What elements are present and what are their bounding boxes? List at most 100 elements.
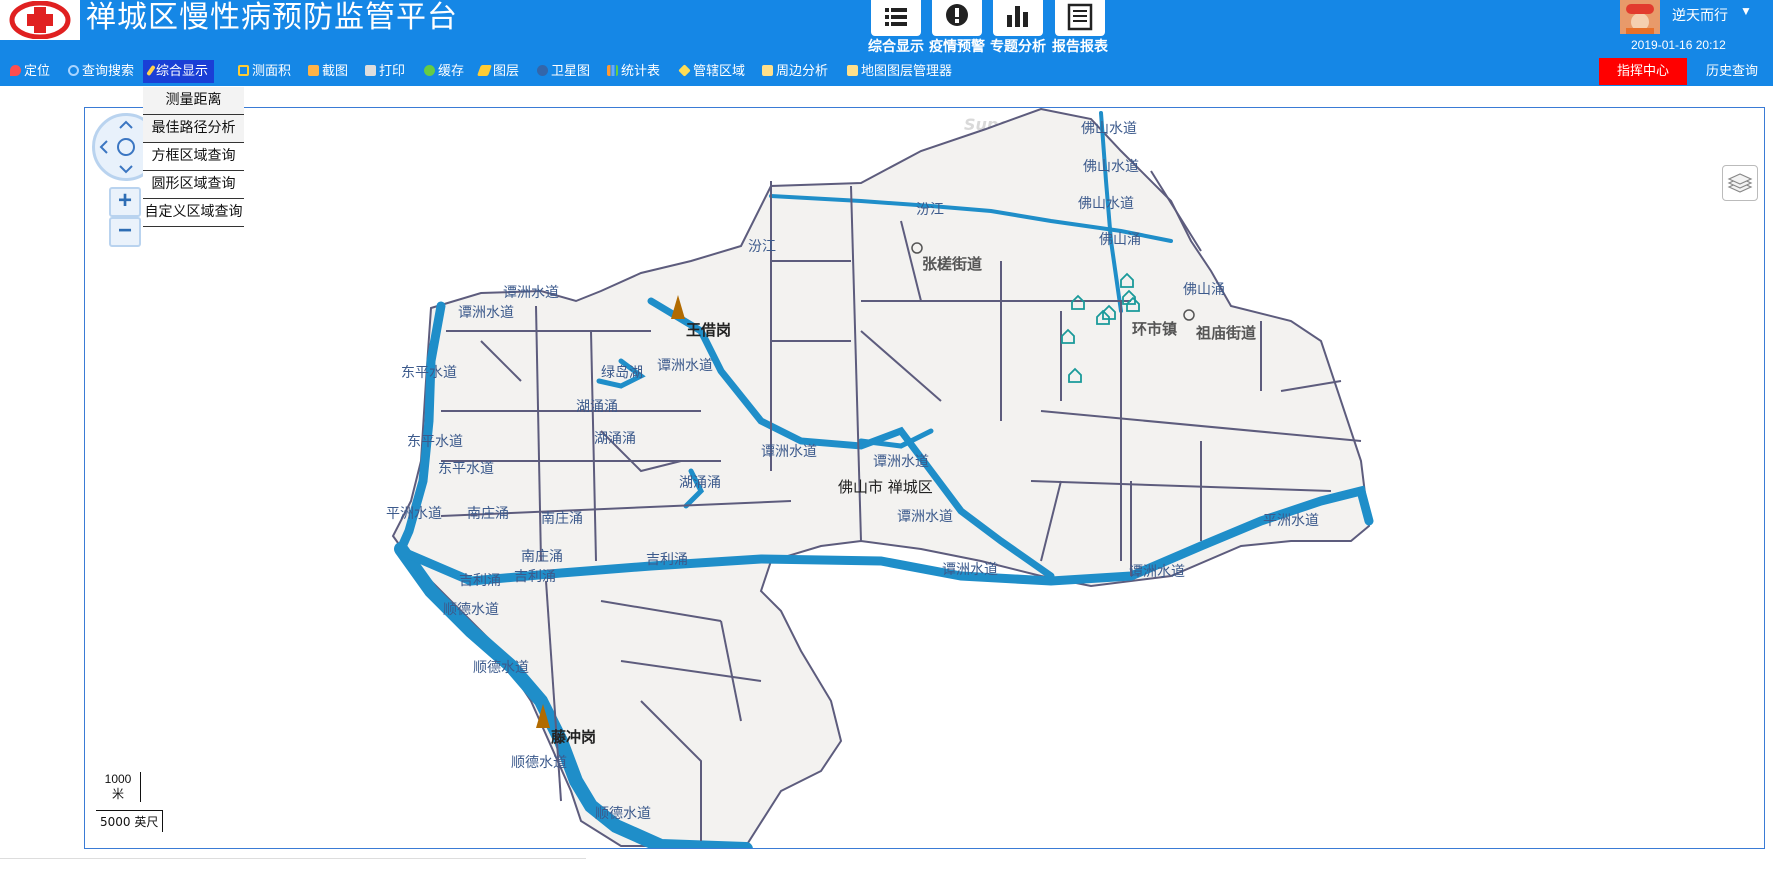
list-icon <box>871 0 921 36</box>
menu-item-best-path[interactable]: 最佳路径分析 <box>143 115 244 143</box>
map-icon <box>762 65 773 76</box>
water-label: 谭洲水道 <box>897 509 953 525</box>
tool-label: 综合显示 <box>156 64 209 79</box>
red-cross-logo-icon <box>5 1 75 39</box>
user-name[interactable]: 逆天而行 <box>1672 5 1728 25</box>
map-layers-icon <box>847 65 858 76</box>
module-comprehensive-display[interactable]: 综合显示 <box>866 0 926 56</box>
zoom-out-button[interactable]: − <box>109 217 141 247</box>
water-label: 湖涌涌 <box>594 431 636 447</box>
menu-item-custom-query[interactable]: 自定义区域查询 <box>143 199 244 227</box>
tool-label: 管辖区域 <box>693 64 746 79</box>
menu-item-box-query[interactable]: 方框区域查询 <box>143 143 244 171</box>
water-label: 湖涌涌 <box>679 475 721 491</box>
command-center-button[interactable]: 指挥中心 <box>1599 58 1687 85</box>
water-label: 顺德水道 <box>443 602 499 618</box>
tool-cache[interactable]: 缓存 <box>422 60 466 83</box>
town-label: 张槎街道 <box>922 255 982 273</box>
tool-surrounding-analysis[interactable]: 周边分析 <box>760 60 830 83</box>
app-title: 禅城区慢性病预防监管平台 <box>86 0 458 35</box>
module-epidemic-warning[interactable]: 疫情预警 <box>927 0 987 56</box>
pin-icon <box>10 65 21 76</box>
water-label: 平洲水道 <box>386 506 442 522</box>
menu-item-measure-distance[interactable]: 测量距离 <box>143 87 244 115</box>
bar-chart-icon <box>993 0 1043 36</box>
tool-map-layer-manager[interactable]: 地图图层管理器 <box>845 60 954 83</box>
tool-label: 打印 <box>379 64 406 79</box>
town-label: 环市镇 <box>1132 320 1177 338</box>
water-label: 南庄涌 <box>521 548 563 565</box>
water-label: 湖涌涌 <box>576 399 618 415</box>
water-label: 南庄涌 <box>467 505 509 522</box>
tool-layers[interactable]: 图层 <box>476 60 521 83</box>
tool-satellite[interactable]: 卫星图 <box>535 60 592 83</box>
tool-print[interactable]: 打印 <box>363 60 407 83</box>
place-label: 藤冲岗 <box>551 728 596 746</box>
tool-search[interactable]: 查询搜索 <box>66 60 136 83</box>
water-label: 佛山涌 <box>1183 282 1225 298</box>
map-canvas[interactable]: SuperMap SuperMap <box>85 108 1764 848</box>
water-label: 谭洲水道 <box>458 305 514 321</box>
water-label: 谭洲水道 <box>873 454 929 470</box>
water-label: 佛山水道 <box>1081 121 1137 137</box>
water-label: 谭洲水道 <box>503 285 559 301</box>
user-avatar[interactable] <box>1620 0 1660 34</box>
water-label: 汾江 <box>916 202 944 218</box>
history-query-button[interactable]: 历史查询 <box>1696 58 1768 85</box>
module-label: 报告报表 <box>1052 39 1108 55</box>
menu-item-circle-query[interactable]: 圆形区域查询 <box>143 171 244 199</box>
status-strip <box>0 858 586 869</box>
tool-label: 测面积 <box>252 64 292 79</box>
alert-icon <box>932 0 982 36</box>
water-label: 吉利涌 <box>646 552 688 568</box>
report-icon <box>1055 0 1105 36</box>
tool-locate[interactable]: 定位 <box>8 60 52 83</box>
water-label: 吉利涌 <box>459 573 501 589</box>
comprehensive-display-menu: 测量距离 最佳路径分析 方框区域查询 圆形区域查询 自定义区域查询 <box>143 87 244 227</box>
stats-icon <box>607 65 618 76</box>
scale-bar: 1000 米 5000 英尺 <box>96 772 168 832</box>
water-label: 谭洲水道 <box>761 444 817 460</box>
tool-measure-area[interactable]: 测面积 <box>236 60 293 83</box>
town-label: 祖庙街道 <box>1195 324 1256 342</box>
tool-comprehensive-display[interactable]: 综合显示 <box>143 60 215 83</box>
search-icon <box>68 65 79 76</box>
module-report[interactable]: 报告报表 <box>1050 0 1110 56</box>
printer-icon <box>365 65 376 76</box>
module-label: 综合显示 <box>868 39 924 55</box>
district-label: 佛山市 禅城区 <box>838 478 933 496</box>
layer-switcher-icon[interactable] <box>1722 165 1758 201</box>
water-label: 汾江 <box>748 239 776 255</box>
tool-statistics[interactable]: 统计表 <box>605 60 662 83</box>
module-label: 疫情预警 <box>929 39 985 55</box>
water-label: 顺德水道 <box>511 755 567 771</box>
tool-label: 缓存 <box>438 64 465 79</box>
area-icon <box>238 65 249 76</box>
pencil-icon <box>146 64 156 77</box>
map-view[interactable]: SuperMap SuperMap <box>84 107 1765 849</box>
water-label: 东平水道 <box>438 461 494 477</box>
water-label: 佛山涌 <box>1099 232 1141 248</box>
scale-metric: 1000 米 <box>96 772 141 802</box>
water-label: 顺德水道 <box>473 660 529 676</box>
scale-imperial: 5000 英尺 <box>96 810 164 832</box>
water-label: 谭洲水道 <box>1129 564 1185 580</box>
water-label: 绿岛湖 <box>601 365 643 381</box>
chevron-down-icon[interactable]: ▼ <box>1740 4 1752 18</box>
tool-label: 定位 <box>24 64 51 79</box>
module-thematic-analysis[interactable]: 专题分析 <box>988 0 1048 56</box>
tool-label: 统计表 <box>621 64 661 79</box>
water-label: 东平水道 <box>401 365 457 381</box>
tool-screenshot[interactable]: 截图 <box>306 60 350 83</box>
layers-icon <box>476 65 493 76</box>
main-toolbar: 定位 查询搜索 综合显示 测面积 截图 打印 缓存 图层 卫星图 统计表 管辖区… <box>0 57 1773 86</box>
globe-icon <box>537 65 548 76</box>
zoom-in-button[interactable]: + <box>109 187 141 217</box>
water-label: 吉利涌 <box>514 569 556 585</box>
picture-icon <box>308 65 319 76</box>
place-label: 王借岗 <box>686 321 731 339</box>
water-label: 谭洲水道 <box>942 562 998 578</box>
tool-label: 查询搜索 <box>82 64 135 79</box>
water-label: 谭洲水道 <box>657 358 713 374</box>
tool-jurisdiction[interactable]: 管辖区域 <box>677 60 747 83</box>
